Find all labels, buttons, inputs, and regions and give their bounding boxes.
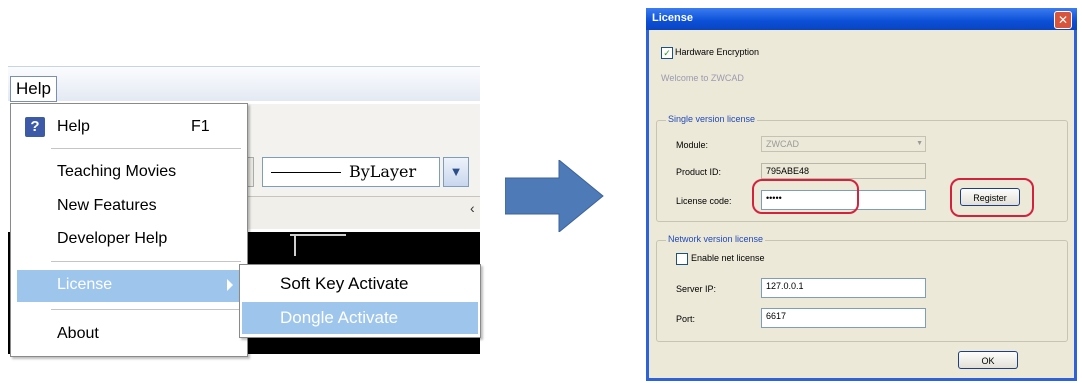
ok-button[interactable]: OK — [958, 351, 1018, 369]
module-label: Module: — [676, 140, 709, 150]
submenu-arrow-icon — [227, 279, 233, 291]
license-code-callout — [752, 179, 859, 214]
toolbar-strip — [242, 196, 480, 229]
welcome-text: Welcome to ZWCAD — [661, 73, 744, 83]
submenu-item-dongle-activate[interactable]: Dongle Activate — [242, 302, 478, 334]
menu-item-label: About — [57, 325, 99, 342]
menu-item-license[interactable]: License — [17, 270, 241, 302]
product-id-label: Product ID: — [676, 167, 722, 177]
submenu-item-soft-key-activate[interactable]: Soft Key Activate — [242, 268, 478, 300]
license-code-label: License code: — [676, 196, 732, 206]
menu-separator — [51, 148, 241, 149]
linetype-sample-line — [271, 172, 341, 173]
enable-net-license-label: Enable net license — [691, 253, 765, 263]
submenu-item-label: Dongle Activate — [280, 308, 399, 327]
cad-line — [294, 234, 296, 256]
submenu-item-label: Soft Key Activate — [280, 274, 409, 293]
chevron-down-icon[interactable]: ▼ — [443, 157, 469, 187]
hardware-encryption-label: Hardware Encryption — [675, 47, 760, 57]
cad-line — [290, 234, 346, 236]
chevron-left-icon[interactable]: ‹ — [470, 200, 475, 216]
menu-separator — [51, 261, 241, 262]
help-menu-screenshot: Help ByLayer ▼ ‹ ? Help F1 Teaching Movi… — [0, 0, 490, 383]
menu-item-about[interactable]: About — [11, 319, 247, 349]
product-id-field: 795ABE48 — [761, 163, 926, 179]
menu-item-new-features[interactable]: New Features — [11, 191, 247, 221]
right-arrow-icon — [505, 160, 604, 232]
network-license-group-title: Network version license — [666, 234, 766, 244]
enable-net-license-checkbox[interactable] — [676, 253, 688, 265]
linetype-combo[interactable]: ByLayer — [262, 157, 440, 187]
chevron-down-icon: ▼ — [916, 140, 923, 147]
menu-item-help[interactable]: ? Help F1 — [11, 112, 247, 142]
hardware-encryption-checkbox[interactable]: ✓ — [661, 47, 673, 59]
close-icon[interactable]: ✕ — [1054, 11, 1072, 29]
register-callout — [950, 178, 1034, 217]
menu-item-shortcut: F1 — [191, 118, 210, 135]
module-select[interactable]: ZWCAD ▼ — [761, 136, 926, 152]
menu-separator — [51, 309, 241, 310]
license-submenu: Soft Key Activate Dongle Activate — [239, 264, 481, 338]
menu-item-teaching-movies[interactable]: Teaching Movies — [11, 157, 247, 187]
server-ip-label: Server IP: — [676, 284, 717, 294]
port-input[interactable]: 6617 — [761, 308, 926, 328]
menu-item-label: Developer Help — [57, 230, 168, 247]
menu-item-label: Help — [57, 118, 90, 135]
menu-item-developer-help[interactable]: Developer Help — [11, 224, 247, 254]
dialog-titlebar: License ✕ — [646, 8, 1077, 30]
help-dropdown-menu: ? Help F1 Teaching Movies New Features D… — [10, 103, 248, 357]
menu-item-label: New Features — [57, 197, 157, 214]
port-label: Port: — [676, 314, 696, 324]
menu-help[interactable]: Help — [10, 76, 57, 102]
menu-item-label: License — [57, 276, 113, 293]
menu-bar — [8, 66, 480, 101]
menu-item-label: Teaching Movies — [57, 163, 177, 180]
server-ip-input[interactable]: 127.0.0.1 — [761, 278, 926, 298]
single-license-group-title: Single version license — [666, 114, 758, 124]
dialog-title: License — [652, 12, 693, 24]
question-icon: ? — [25, 117, 45, 137]
linetype-combo-value: ByLayer — [349, 162, 417, 181]
